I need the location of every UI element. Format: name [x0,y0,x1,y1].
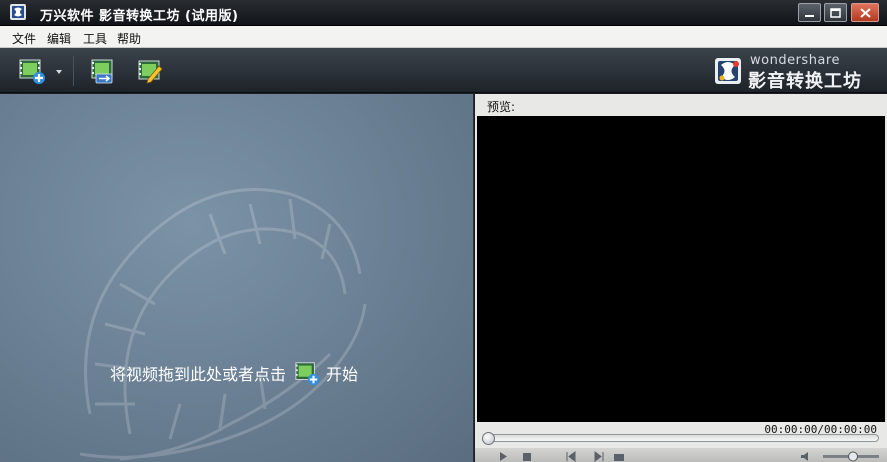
preview-label: 预览: [487,100,516,114]
drop-hint-text: 将视频拖到此处或者点击 [110,365,287,384]
menu-tools[interactable]: 工具 [83,30,107,47]
title-bar: 万兴软件 影音转换工坊 (试用版) [0,0,887,26]
convert-video-icon[interactable] [88,57,116,85]
drop-area[interactable]: 将视频拖到此处或者点击 开始 [0,94,474,462]
next-frame-icon[interactable] [593,451,605,462]
brand-product: 影音转换工坊 [748,71,862,92]
dropdown-arrow-icon[interactable] [55,68,63,76]
volume-icon[interactable] [800,451,812,462]
edit-video-icon[interactable] [136,57,164,85]
close-button[interactable] [851,3,879,22]
toolbar: wondershare 影音转换工坊 [0,48,887,93]
wondershare-logo-icon [715,58,741,84]
volume-slider[interactable] [823,451,879,462]
playback-controls [475,448,887,462]
maximize-button[interactable] [824,3,847,22]
brand-company: wondershare [750,53,840,68]
film-reel-watermark-icon [79,188,367,461]
play-icon[interactable] [497,451,509,462]
menu-help[interactable]: 帮助 [117,30,141,47]
add-video-icon[interactable] [294,360,320,386]
menu-bar: 文件 编辑 工具 帮助 [0,26,887,48]
menu-file[interactable]: 文件 [12,30,36,47]
seek-bar[interactable] [483,434,879,442]
add-video-icon[interactable] [18,57,46,85]
preview-screen [477,116,885,422]
app-logo-icon [10,4,26,20]
menu-edit[interactable]: 编辑 [47,30,71,47]
stop-icon[interactable] [521,451,533,462]
seek-knob[interactable] [482,432,495,445]
preview-panel: 预览: 00:00:00/00:00:00 [475,94,887,462]
window-title: 万兴软件 影音转换工坊 (试用版) [40,9,239,24]
drop-hint-start: 开始 [326,365,359,384]
minimize-button[interactable] [798,3,821,22]
close-icon [860,8,871,18]
maximize-icon [830,8,841,18]
minimize-icon [805,15,814,17]
drop-hint: 将视频拖到此处或者点击 开始 [110,360,358,386]
toolbar-separator [73,56,74,86]
previous-frame-icon[interactable] [565,451,577,462]
snapshot-icon[interactable] [613,451,625,462]
